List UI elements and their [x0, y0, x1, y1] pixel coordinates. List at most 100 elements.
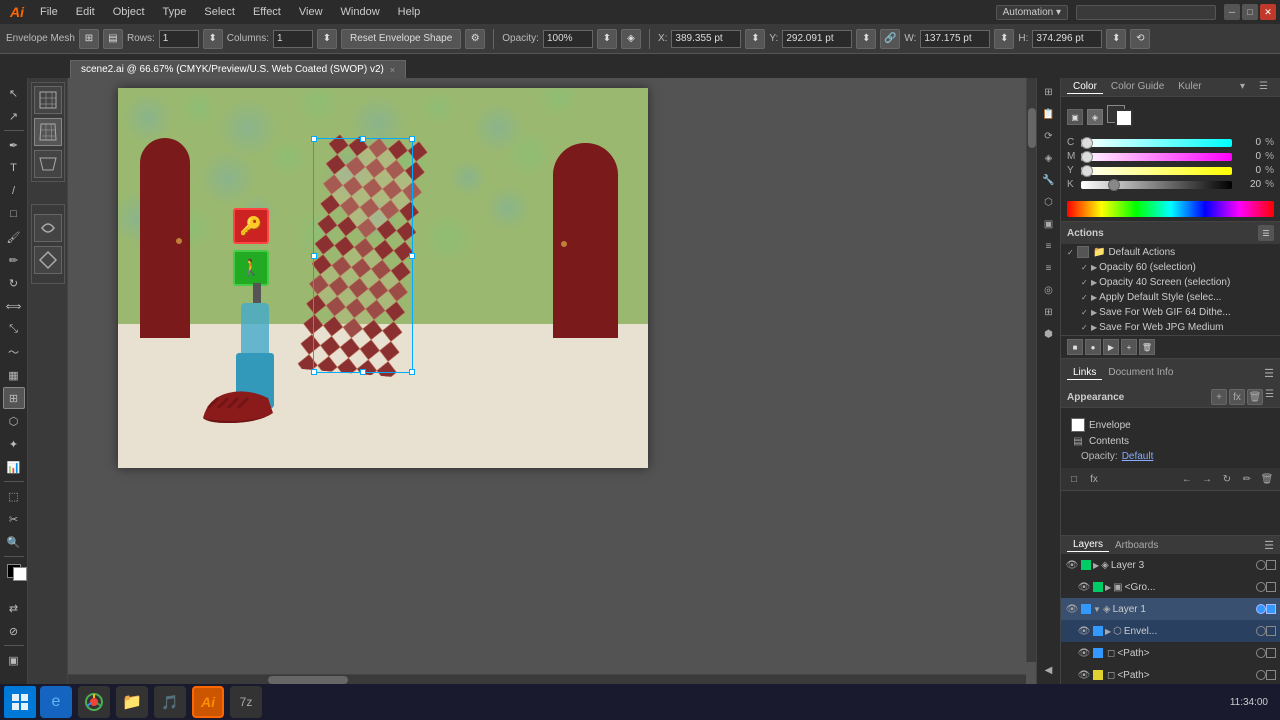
cyan-slider[interactable] [1081, 139, 1232, 147]
panel-icon-12[interactable]: ⬢ [1039, 324, 1059, 344]
group-icon[interactable] [1077, 246, 1089, 258]
h-stepper[interactable]: ⬍ [1106, 29, 1126, 49]
layer-envel-item[interactable]: 👁 ▶ ⬡ Envel... [1061, 620, 1280, 642]
search-input[interactable] [1076, 5, 1216, 20]
panel-new-layer-icon[interactable]: □ [1065, 470, 1083, 488]
actions-delete-btn[interactable]: 🗑 [1139, 339, 1155, 355]
appearance-envelope-item[interactable]: Envelope [1067, 416, 1274, 434]
rotate-tool[interactable]: ↻ [3, 272, 25, 294]
warp-tool[interactable]: 〜 [3, 341, 25, 363]
menu-help[interactable]: Help [390, 4, 429, 20]
expand-a5[interactable]: ▶ [1091, 323, 1097, 332]
menu-effect[interactable]: Effect [245, 4, 289, 20]
shape-builder-tool[interactable]: ⬡ [3, 410, 25, 432]
envelope-options-icon[interactable]: ⚙ [465, 29, 485, 49]
links-menu-btn[interactable]: ☰ [1264, 367, 1274, 380]
taskbar-illustrator[interactable]: Ai [192, 686, 224, 718]
color-guide-tab[interactable]: Color Guide [1105, 80, 1170, 94]
artboards-tab[interactable]: Artboards [1109, 539, 1164, 552]
envelope-top-icon[interactable] [34, 86, 62, 114]
rows-stepper[interactable]: ⬍ [203, 29, 223, 49]
artboard-tool[interactable]: ⬚ [3, 485, 25, 507]
hscroll-thumb[interactable] [268, 676, 348, 684]
line-tool[interactable]: / [3, 180, 25, 202]
link-icon[interactable]: 🔗 [880, 29, 900, 49]
expand-a1[interactable]: ▶ [1091, 263, 1097, 272]
panel-icon-2[interactable]: 📋 [1039, 104, 1059, 124]
toolbar-icon-1[interactable]: ⊞ [79, 29, 99, 49]
panel-effect-icon[interactable]: fx [1085, 470, 1103, 488]
envelope-mesh-active-icon[interactable] [34, 118, 62, 146]
magenta-slider[interactable] [1081, 153, 1232, 161]
expand-a4[interactable]: ▶ [1091, 308, 1097, 317]
yellow-slider[interactable] [1081, 167, 1232, 175]
envelope-bottom-icon[interactable] [34, 150, 62, 178]
taskbar-chrome[interactable] [78, 686, 110, 718]
panel-icon-8[interactable]: ≡ [1039, 236, 1059, 256]
color-panel-expand[interactable]: ▾ [1234, 80, 1251, 94]
type-tool[interactable]: T [3, 157, 25, 179]
action-item-1[interactable]: ✓ ▶ Opacity 60 (selection) [1061, 260, 1280, 275]
panel-back-icon[interactable]: ← [1178, 470, 1196, 488]
layer-envel-visibility[interactable]: 👁 [1077, 624, 1091, 638]
layer-3-target[interactable] [1256, 560, 1266, 570]
layer-envel-expand[interactable]: ▶ [1105, 627, 1111, 636]
taskbar-media[interactable]: 🎵 [154, 686, 186, 718]
menu-file[interactable]: File [32, 4, 66, 20]
tab-close-button[interactable]: × [390, 65, 395, 75]
layer-envel-target[interactable] [1256, 626, 1266, 636]
layer-1-visibility[interactable]: 👁 [1065, 602, 1079, 616]
layers-tab[interactable]: Layers [1067, 538, 1109, 552]
menu-view[interactable]: View [291, 4, 331, 20]
layer-gro-item[interactable]: 👁 ▶ ▣ <Gro... [1061, 576, 1280, 598]
color-panel-menu[interactable]: ☰ [1253, 80, 1274, 94]
kuler-tab[interactable]: Kuler [1172, 80, 1207, 94]
layer-path1-item[interactable]: 👁 ◻ <Path> [1061, 642, 1280, 664]
layer-gro-target[interactable] [1256, 582, 1266, 592]
panel-icon-3[interactable]: ⟳ [1039, 126, 1059, 146]
menu-window[interactable]: Window [333, 4, 388, 20]
layer-path2-item[interactable]: 👁 ◻ <Path> [1061, 664, 1280, 684]
symbol-tool[interactable]: ✦ [3, 433, 25, 455]
envelope-swatch[interactable] [1071, 418, 1085, 432]
expand-a3[interactable]: ▶ [1091, 293, 1097, 302]
layer-envel-select[interactable] [1266, 626, 1276, 636]
blend-icon[interactable]: ◈ [621, 29, 641, 49]
menu-type[interactable]: Type [155, 4, 195, 20]
selection-tool[interactable]: ↖ [3, 82, 25, 104]
layer-path1-select[interactable] [1266, 648, 1276, 658]
panel-delete-icon[interactable]: 🗑 [1258, 470, 1276, 488]
menu-select[interactable]: Select [196, 4, 243, 20]
layer-gro-select[interactable] [1266, 582, 1276, 592]
panel-icon-5[interactable]: 🔧 [1039, 170, 1059, 190]
layer-1-item[interactable]: 👁 ▼ ◈ Layer 1 [1061, 598, 1280, 620]
direct-selection-tool[interactable]: ↗ [3, 105, 25, 127]
layer-path2-visibility[interactable]: 👁 [1077, 668, 1091, 682]
w-input[interactable] [920, 30, 990, 48]
layer-gro-visibility[interactable]: 👁 [1077, 580, 1091, 594]
stroke-swatch[interactable] [1115, 109, 1133, 127]
screen-mode[interactable]: ▣ [3, 649, 25, 671]
panel-forward-icon[interactable]: → [1198, 470, 1216, 488]
h-input[interactable] [1032, 30, 1102, 48]
layer-path1-visibility[interactable]: 👁 [1077, 646, 1091, 660]
vscroll-thumb[interactable] [1028, 108, 1036, 148]
document-info-tab[interactable]: Document Info [1102, 366, 1179, 380]
action-item-5[interactable]: ✓ ▶ Save For Web JPG Medium [1061, 320, 1280, 335]
x-stepper[interactable]: ⬍ [745, 29, 765, 49]
layer-path2-target[interactable] [1256, 670, 1266, 680]
panel-icon-1[interactable]: ⊞ [1039, 82, 1059, 102]
appearance-add-btn[interactable]: + [1211, 389, 1227, 405]
layer-3-visibility[interactable]: 👁 [1065, 558, 1079, 572]
mesh-tool active[interactable]: ⊞ [3, 387, 25, 409]
color-spectrum[interactable] [1067, 201, 1274, 217]
menu-edit[interactable]: Edit [68, 4, 103, 20]
expand-a2[interactable]: ▶ [1091, 278, 1097, 287]
layer-3-expand[interactable]: ▶ [1093, 561, 1099, 570]
action-item-4[interactable]: ✓ ▶ Save For Web GIF 64 Dithe... [1061, 305, 1280, 320]
actions-new-btn[interactable]: + [1121, 339, 1137, 355]
panel-icon-7[interactable]: ▣ [1039, 214, 1059, 234]
rect-tool[interactable]: □ [3, 203, 25, 225]
layer-gro-expand[interactable]: ▶ [1105, 583, 1111, 592]
panel-icon-6[interactable]: ⬡ [1039, 192, 1059, 212]
